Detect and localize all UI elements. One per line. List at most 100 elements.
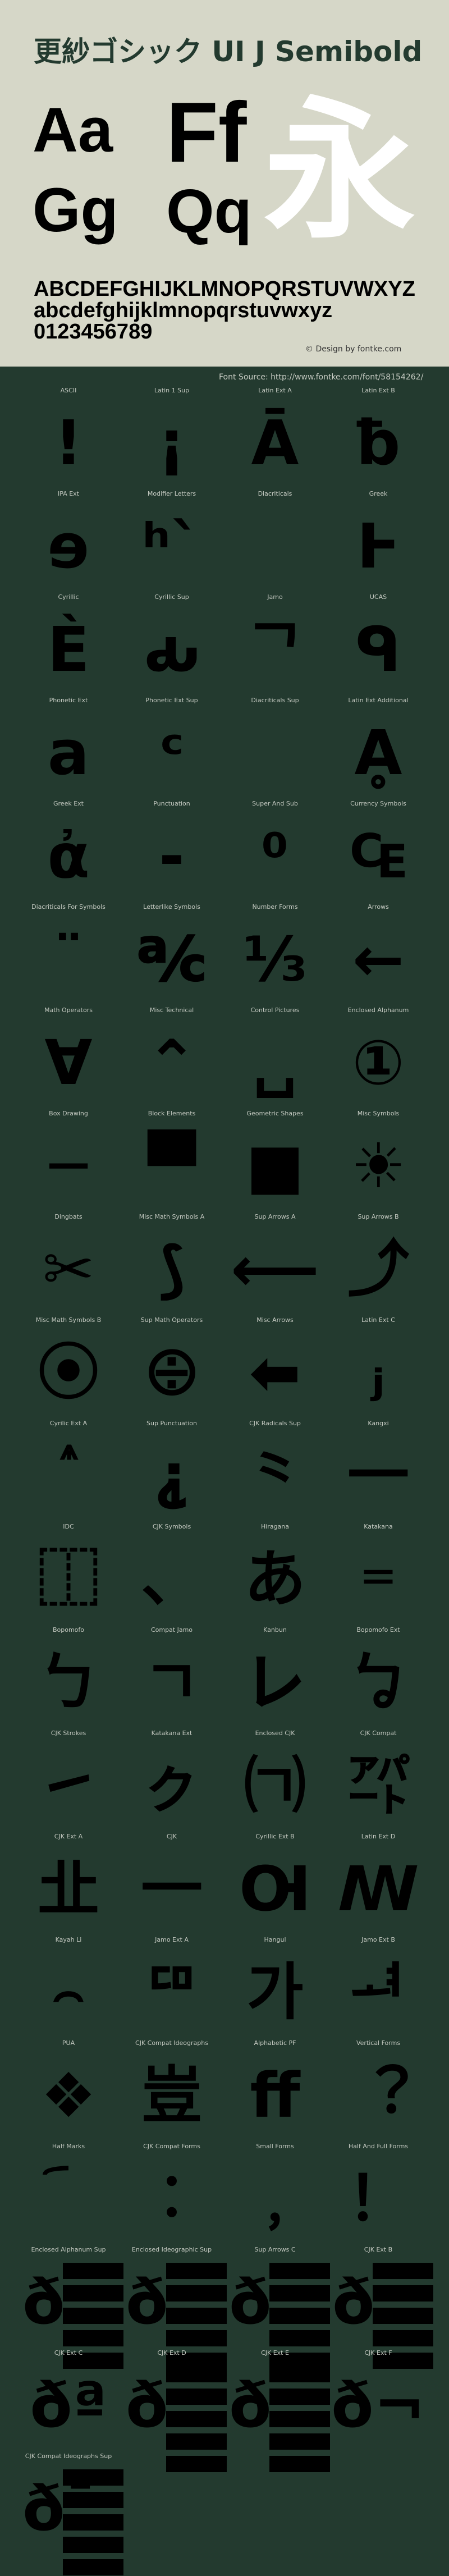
block-label: CJK Compat Ideographs Sup (25, 2453, 112, 2460)
block-cell: Sup Arrows B ⤴ (327, 1213, 430, 1316)
block-cell: Geometric Shapes ■ (223, 1110, 327, 1213)
block-cell: Hiragana あ (223, 1523, 327, 1626)
sample-ff: Ff (166, 85, 247, 180)
block-label: Latin Ext C (361, 1316, 395, 1324)
block-cell: Hangul 가 (223, 1936, 327, 2039)
block-label: Jamo (267, 593, 283, 601)
block-sample-glyph: ㌀ (347, 1750, 409, 1822)
block-cell: Kanbun ㆑ (223, 1626, 327, 1729)
block-sample-glyph: ㆑ (244, 1646, 306, 1718)
block-cell: Jamo ᄀ (223, 593, 327, 697)
block-label: Box Drawing (49, 1110, 88, 1117)
block-sample-glyph: ð (126, 2369, 168, 2441)
block-label: Vertical Forms (356, 2039, 401, 2047)
lowercase-sample: abcdefghijklmnopqrstuvwxyz (34, 299, 333, 322)
block-label: Katakana Ext (151, 1729, 193, 1737)
block-cell: CJK Symbols 、 (120, 1523, 223, 1626)
block-cell: CJK Strokes ㇀ (17, 1729, 120, 1833)
block-sample-glyph: 가 (246, 1956, 304, 2028)
block-cell: Enclosed Alphanum ① (327, 1006, 430, 1110)
block-cell: Super And Sub ⁰ (223, 800, 327, 903)
block-sample-glyph: ㆠ (347, 1646, 409, 1718)
block-sample-glyph: ð (229, 2369, 272, 2441)
block-sample-glyph: あ (244, 1543, 306, 1615)
block-label: Sup Arrows A (254, 1213, 296, 1220)
block-label: Geometric Shapes (246, 1110, 304, 1117)
block-label: Phonetic Ext (49, 697, 88, 704)
block-label: CJK Ext C (54, 2349, 83, 2357)
block-cell: Cyrillic Ext B Ꙕ (223, 1833, 327, 1936)
block-sample-glyph: ⷽ (17, 1436, 120, 1515)
block-sample-glyph: ð (126, 2266, 168, 2338)
block-sample-glyph: ⺀ (244, 1440, 306, 1512)
block-label: CJK Compat (360, 1729, 397, 1737)
block-cell: Latin 1 Sup ¡ (120, 387, 223, 490)
block-label: Dingbats (54, 1213, 83, 1220)
block-cell: Dingbats ✂ (17, 1213, 120, 1316)
block-cell: Cyrillic Sup ԃ (120, 593, 223, 697)
block-label: Half And Full Forms (348, 2143, 409, 2150)
uppercase-sample: ABCDEFGHIJKLMNOPQRSTUVWXYZ (34, 277, 415, 301)
font-source-link[interactable]: Font Source: http://www.fontke.com/font/… (219, 373, 423, 382)
block-cell: Vertical Forms ︖ (327, 2039, 430, 2143)
block-label: Phonetic Ext Sup (145, 697, 198, 704)
block-cell: Modifier Letters ʰˋ (120, 490, 223, 593)
block-label: CJK Ext D (157, 2349, 186, 2357)
block-cell: Box Drawing ─ (17, 1110, 120, 1213)
block-label: CJK Symbols (152, 1523, 191, 1530)
block-label: Math Operators (44, 1006, 93, 1014)
block-cell: Alphabetic PF ﬀ (223, 2039, 327, 2143)
block-cell: CJK Ext A 㐀 (17, 1833, 120, 1936)
block-cell: Sup Math Operators ⨸ (120, 1316, 223, 1420)
block-label: Cyrilic Ext A (49, 1420, 88, 1427)
block-sample-glyph: Ꙕ (239, 1853, 311, 1925)
block-label: Hiragana (260, 1523, 290, 1530)
block-cell: CJK 一 (120, 1833, 223, 1936)
block-sample-glyph: ∀ (44, 1027, 93, 1099)
block-label: CJK Ext F (364, 2349, 392, 2357)
block-sample-glyph: ！ (347, 2163, 409, 2235)
block-sample-glyph: ⤴ (347, 1233, 409, 1305)
block-label: Diacriticals For Symbols (31, 903, 106, 910)
block-sample-glyph: ₠ (349, 820, 407, 892)
block-cell: CJK Ext E ð (223, 2349, 330, 2473)
block-sample-glyph: ❖ (40, 2060, 97, 2131)
block-cell: IDC ⿰ (17, 1523, 120, 1626)
block-label: Half Marks (52, 2143, 85, 2150)
block-cell: Greek Ͱ (327, 490, 430, 593)
block-label: Misc Math Symbols B (35, 1316, 102, 1324)
block-sample-glyph: ð (229, 2266, 272, 2338)
block-sample-glyph: ■ (246, 1130, 304, 1202)
block-sample-glyph: ἀ (47, 820, 90, 892)
block-cell: CJK Ext C ðª (17, 2349, 120, 2453)
block-sample-glyph: ⟆ (157, 1233, 186, 1305)
block-label: Diacriticals Sup (251, 697, 299, 704)
block-sample-glyph: ㇰ (141, 1750, 203, 1822)
block-sample-glyph: ㄱ (143, 1646, 200, 1718)
block-label: IPA Ext (58, 490, 79, 497)
block-sample-glyph: ⸘ (154, 1440, 190, 1512)
block-cell: CJK Compat Ideographs 豈 (120, 2039, 223, 2143)
block-cell: Control Pictures ␣ (223, 1006, 327, 1110)
block-label: Jamo Ext A (155, 1936, 189, 1943)
block-label: Misc Symbols (357, 1110, 400, 1117)
block-cell: Latin Ext C ⱼ (327, 1316, 430, 1420)
block-sample-glyph: a (47, 717, 90, 789)
block-cell: Diacriticals Sup (223, 697, 327, 800)
block-sample-glyph: ð (332, 2266, 375, 2338)
block-label: Hangul (264, 1936, 286, 1943)
block-cell: Latin Ext Additional Ḁ (327, 697, 430, 800)
block-sample-glyph: ힰ (350, 1956, 407, 2028)
block-sample-glyph: ԃ (144, 614, 200, 685)
block-cell: Cyrilic Ext Aⷽ (17, 1420, 120, 1523)
block-cell: Punctuation ‐ (120, 800, 223, 903)
block-sample-glyph: ⿰ (38, 1543, 99, 1615)
block-label: Arrows (368, 903, 389, 910)
block-label: CJK Compat Ideographs (135, 2039, 208, 2047)
design-credit: © Design by fontke.com (305, 345, 402, 354)
block-label: Enclosed CJK (255, 1729, 295, 1737)
block-label: Enclosed Ideographic Sup (131, 2246, 212, 2253)
block-cell: Jamo Ext A ꥠ (120, 1936, 223, 2039)
block-sample-glyph: Ͱ (356, 510, 400, 582)
block-cell: CJK Radicals Sup ⺀ (223, 1420, 327, 1523)
